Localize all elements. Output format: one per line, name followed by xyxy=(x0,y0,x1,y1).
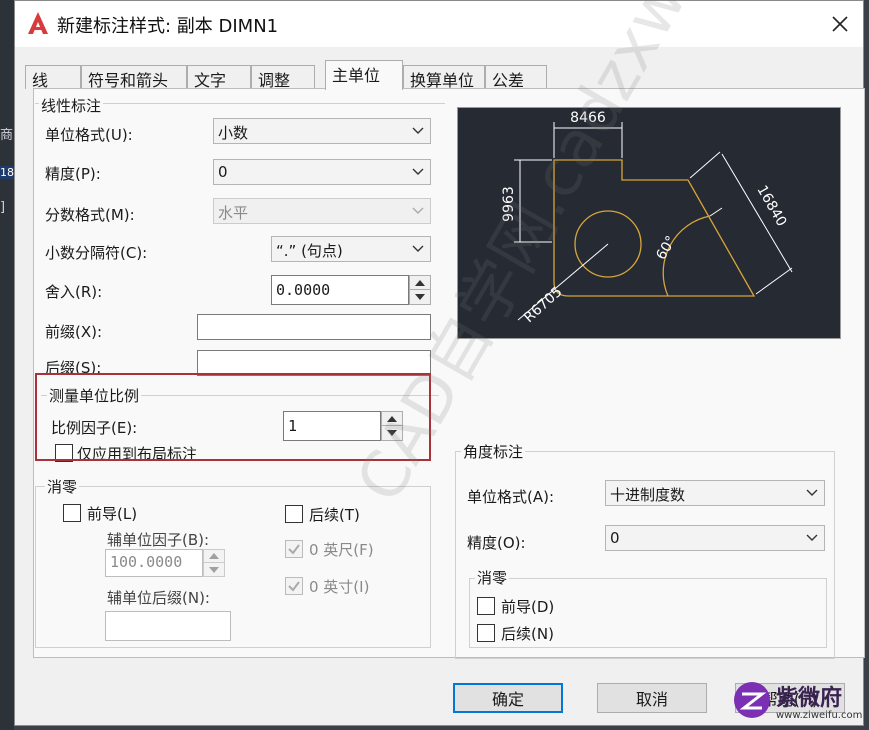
cancel-button[interactable]: 取消 xyxy=(597,683,707,713)
round-off-label: 舍入(R): xyxy=(45,283,103,301)
angular-precision-select[interactable]: 0 xyxy=(605,525,825,551)
preview-drawing: 8466 9963 16840 60° R6705 xyxy=(501,110,793,326)
tab-symbols-arrows[interactable]: 符号和箭头 xyxy=(81,65,187,90)
dim-text-diagonal: 16840 xyxy=(753,183,789,230)
trailing-zero-checkbox[interactable] xyxy=(285,505,303,523)
angular-unit-format-select[interactable]: 十进制度数 xyxy=(605,480,825,506)
fraction-format-select[interactable]: 水平 xyxy=(213,198,431,224)
logo-name: 紫微府 xyxy=(776,686,843,711)
dim-text-top: 8466 xyxy=(570,110,606,126)
chevron-down-icon xyxy=(412,127,424,134)
ok-button[interactable]: 确定 xyxy=(453,683,563,713)
decimal-separator-select[interactable]: “.” (句点) xyxy=(271,236,431,262)
angular-unit-format-value: 十进制度数 xyxy=(610,486,686,504)
spin-down-button[interactable] xyxy=(204,563,224,576)
sub-unit-suffix-input[interactable] xyxy=(105,611,231,641)
sub-unit-suffix-label: 辅单位后缀(N): xyxy=(107,589,210,607)
tab-text[interactable]: 文字 xyxy=(187,65,251,90)
round-off-input[interactable]: 0.0000 xyxy=(271,275,409,305)
unit-format-select[interactable]: 小数 xyxy=(213,118,431,144)
angular-leading-checkbox[interactable] xyxy=(477,597,495,615)
angular-unit-format-label: 单位格式(A): xyxy=(467,488,555,506)
dim-text-radius: R6705 xyxy=(521,284,565,326)
purple-circle-logo-icon xyxy=(734,682,770,718)
prefix-input[interactable] xyxy=(197,314,431,340)
zero-feet-label: 0 英尺(F) xyxy=(309,541,374,559)
highlight-box xyxy=(35,373,431,461)
angular-precision-label: 精度(O): xyxy=(467,534,526,552)
chevron-down-icon xyxy=(412,168,424,175)
checkmark-icon xyxy=(288,544,300,555)
logo-url: www.ziweifu.com xyxy=(776,710,863,721)
triangle-down-icon xyxy=(415,294,425,300)
chevron-down-icon xyxy=(412,207,424,214)
leading-zero-label: 前导(L) xyxy=(87,505,138,523)
unit-format-label: 单位格式(U): xyxy=(45,126,133,144)
close-icon xyxy=(832,16,848,32)
bg-text-1: 商 xyxy=(0,128,14,143)
leading-zero-checkbox[interactable] xyxy=(63,504,81,522)
triangle-down-icon xyxy=(209,566,219,573)
angular-group-title: 角度标注 xyxy=(461,441,526,462)
background-app-strip: 商 18 ] xyxy=(0,0,14,730)
decimal-separator-label: 小数分隔符(C): xyxy=(45,244,148,262)
angular-trailing-checkbox[interactable] xyxy=(477,624,495,642)
tab-alternate-units[interactable]: 换算单位 xyxy=(403,65,485,90)
angular-zero-title: 消零 xyxy=(475,567,510,588)
precision-value: 0 xyxy=(218,163,228,181)
dimension-preview: 8466 9963 16840 60° R6705 xyxy=(457,107,841,339)
sub-unit-factor-spinner[interactable] xyxy=(203,549,225,577)
zero-inches-label: 0 英寸(I) xyxy=(309,578,370,596)
precision-select[interactable]: 0 xyxy=(213,159,431,185)
dim-text-left: 9963 xyxy=(501,186,517,222)
angular-leading-label: 前导(D) xyxy=(501,598,555,616)
bg-text-3: ] xyxy=(0,200,6,215)
fraction-format-label: 分数格式(M): xyxy=(45,206,135,224)
spin-up-button[interactable] xyxy=(204,550,224,563)
triangle-up-icon xyxy=(209,553,219,559)
chevron-down-icon xyxy=(806,489,818,496)
sub-unit-factor-label: 辅单位因子(B): xyxy=(107,531,210,549)
bg-text-2: 18 xyxy=(0,166,14,179)
title-bar: 新建标注样式: 副本 DIMN1 xyxy=(15,1,863,47)
tab-primary-units[interactable]: 主单位 xyxy=(325,60,403,90)
site-logo: 紫微府 www.ziweifu.com xyxy=(732,674,869,730)
zero-inches-checkbox[interactable] xyxy=(285,577,303,595)
spin-down-button[interactable] xyxy=(410,290,430,304)
prefix-label: 前缀(X): xyxy=(45,323,103,341)
precision-label: 精度(P): xyxy=(45,165,101,183)
trailing-zero-label: 后续(T) xyxy=(309,506,360,524)
sub-unit-factor-input[interactable]: 100.0000 xyxy=(105,549,203,577)
chevron-down-icon xyxy=(806,534,818,541)
checkmark-icon xyxy=(288,581,300,592)
fraction-format-value: 水平 xyxy=(218,204,249,222)
chevron-down-icon xyxy=(412,245,424,252)
spin-up-button[interactable] xyxy=(410,276,430,290)
round-off-spinner[interactable] xyxy=(409,275,431,305)
decimal-separator-value: “.” (句点) xyxy=(276,242,343,260)
tab-fit[interactable]: 调整 xyxy=(251,65,315,90)
window-title: 新建标注样式: 副本 DIMN1 xyxy=(57,16,279,37)
triangle-up-icon xyxy=(415,279,425,286)
autocad-logo-icon xyxy=(28,12,48,34)
dimension-style-dialog: 新建标注样式: 副本 DIMN1 线 符号和箭头 文字 调整 主单位 换算单位 … xyxy=(14,0,865,726)
tab-tolerances[interactable]: 公差 xyxy=(485,65,547,90)
zero-suppression-title: 消零 xyxy=(45,476,80,497)
angular-precision-value: 0 xyxy=(610,529,620,547)
angular-trailing-label: 后续(N) xyxy=(501,625,554,643)
unit-format-value: 小数 xyxy=(218,124,249,142)
zero-feet-checkbox[interactable] xyxy=(285,540,303,558)
close-button[interactable] xyxy=(827,11,853,37)
linear-group-title: 线性标注 xyxy=(39,95,104,116)
tab-lines[interactable]: 线 xyxy=(25,65,81,90)
